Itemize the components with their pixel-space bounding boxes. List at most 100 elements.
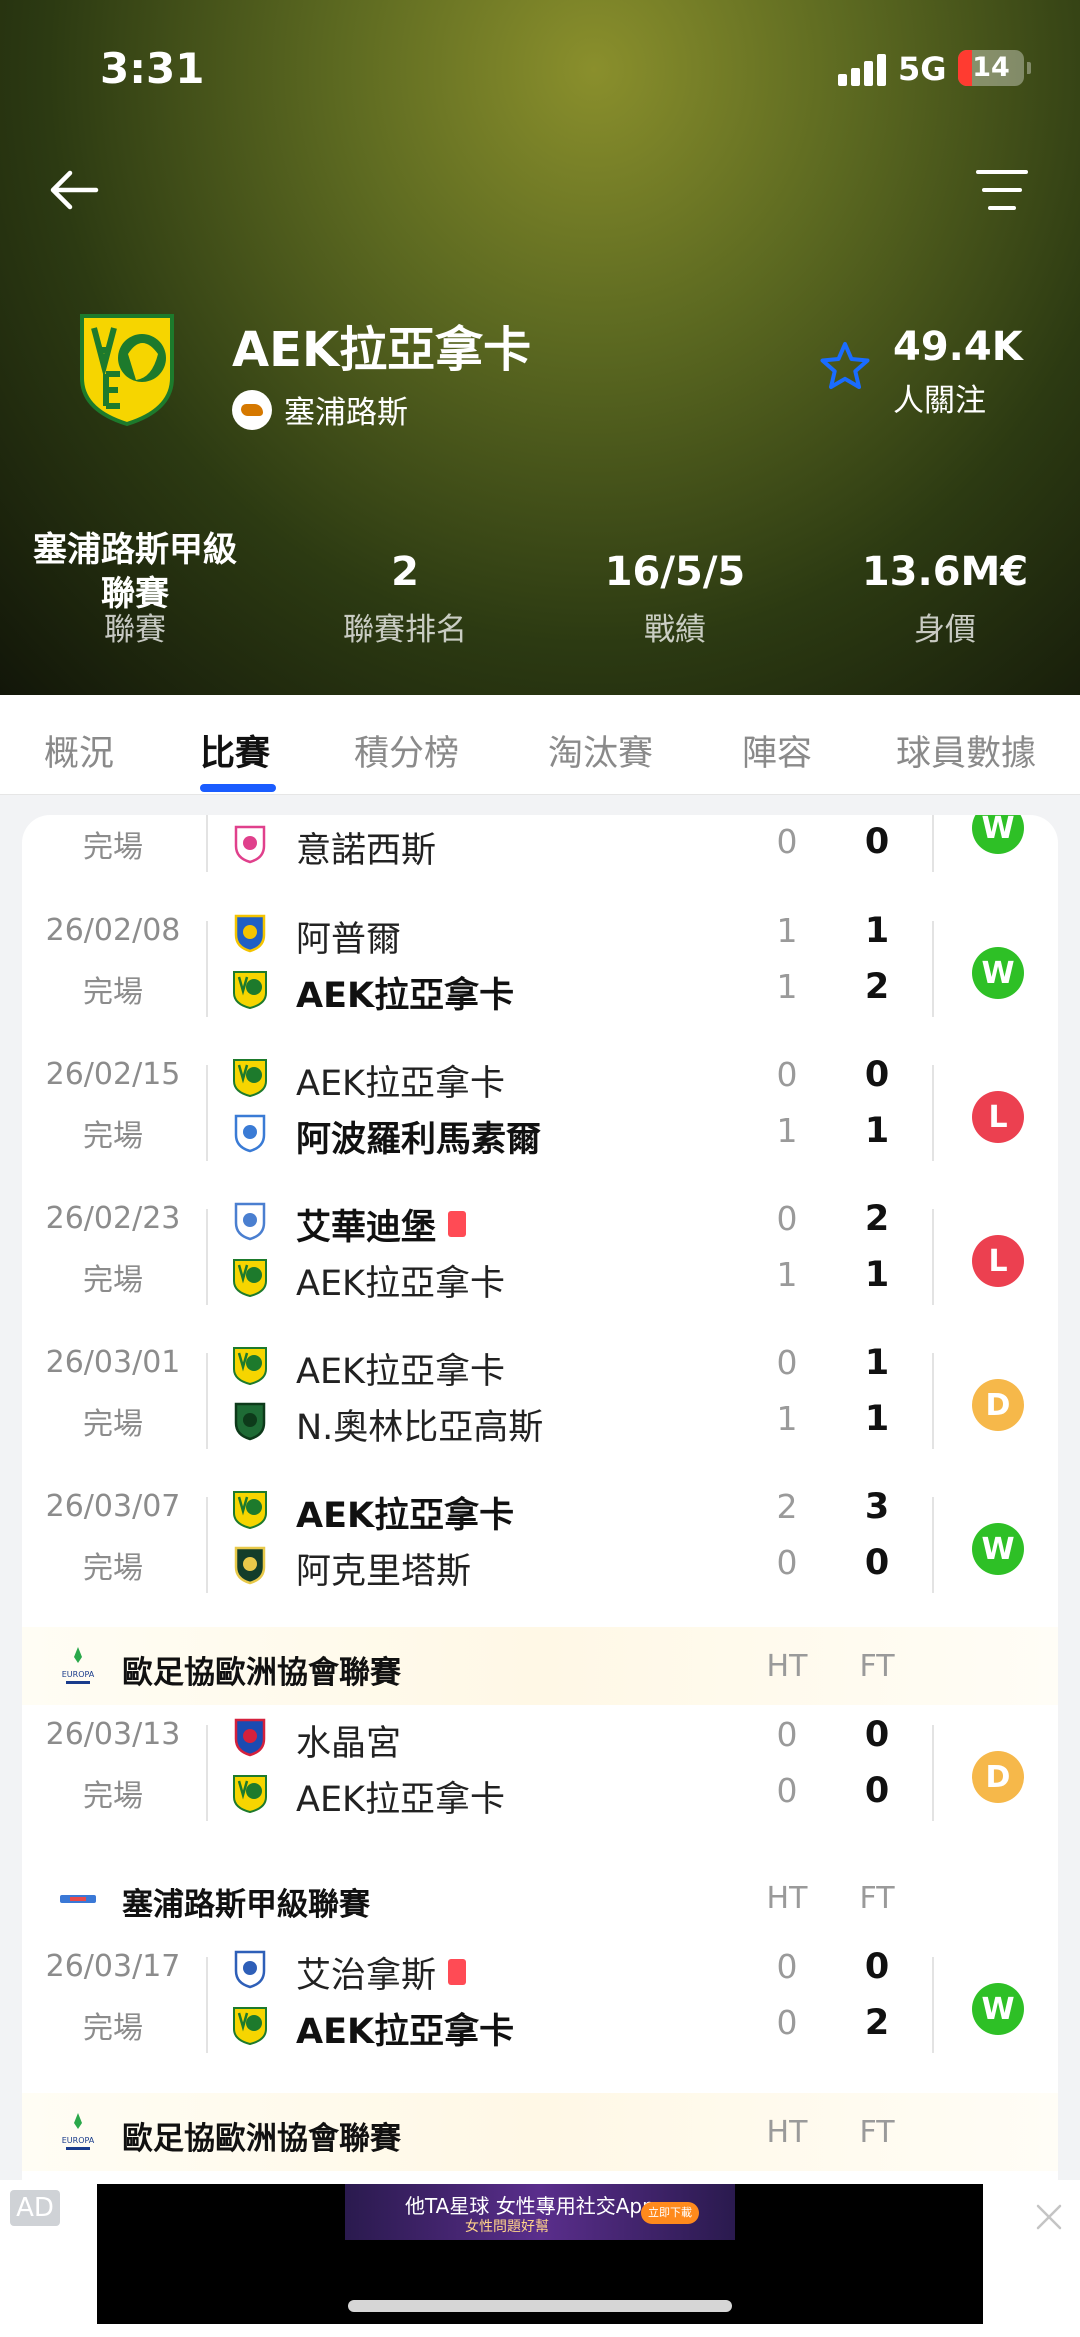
team-logo-icon (230, 913, 270, 953)
home-ft-score: 0 (864, 1947, 890, 1987)
divider (932, 1353, 934, 1449)
away-ft-score: 0 (864, 1543, 890, 1583)
ad-area: AD 他TA星球 女性專用社交App 女性問題好幫 立即下載 (0, 2180, 1080, 2337)
home-ft-score: 1 (864, 1343, 890, 1383)
team-logo-icon (230, 1489, 270, 1530)
match-date: 26/03/13 (45, 1717, 181, 1752)
tab-player-stats[interactable]: 球員數據 (896, 725, 1036, 776)
stat-league: 塞浦路斯甲級聯賽 聯賽 (0, 522, 270, 649)
league-header[interactable]: EUROPA 歐足協歐洲協會聯賽 HT FT (22, 1627, 1058, 1705)
match-row[interactable]: 26/02/23 完場 艾華迪堡 AEK拉亞拿卡 0 1 2 1 L (22, 1189, 1058, 1333)
team-logo-icon (230, 1401, 270, 1441)
ht-column-label: HT (766, 1881, 808, 1916)
tab-standings[interactable]: 積分榜 (354, 725, 459, 776)
stat-label: 身價 (914, 612, 976, 648)
ht-column-label: HT (766, 1649, 808, 1684)
ht-column-label: HT (766, 2115, 808, 2150)
match-list[interactable]: 26/01/31完場AEK拉亞拿卡意諾西斯3030W26/02/08完場阿普爾A… (22, 815, 1058, 2180)
team-logo-icon (230, 1545, 270, 1585)
match-status: 完場 (83, 2011, 143, 2046)
team-logo-icon (230, 969, 270, 1010)
team-logo-icon (230, 1773, 270, 1814)
home-ht-score: 0 (776, 1343, 798, 1382)
away-team: 阿克里塔斯 (230, 1541, 930, 1592)
away-ht-score: 1 (776, 967, 798, 1006)
ad-headline: 他TA星球 女性專用社交App (405, 2194, 655, 2218)
home-ht-score: 0 (776, 1199, 798, 1238)
match-date: 26/02/15 (45, 1057, 181, 1092)
team-logo-icon (230, 1717, 270, 1757)
ft-column-label: FT (859, 1881, 895, 1916)
match-row[interactable]: 26/03/13 完場 水晶宮 AEK拉亞拿卡 0 0 0 0 D (22, 1705, 1058, 1849)
result-badge: L (972, 1091, 1024, 1143)
match-row[interactable]: 26/03/01 完場 AEK拉亞拿卡 N.奧林比亞高斯 0 1 1 1 D (22, 1333, 1058, 1477)
tab-overview[interactable]: 概況 (44, 725, 114, 776)
home-team: 水晶宮 (230, 1713, 930, 1764)
country-name: 塞浦路斯 (284, 395, 408, 431)
away-team: AEK拉亞拿卡 (230, 1253, 930, 1304)
league-name: 塞浦路斯甲級聯賽 (122, 1887, 370, 1923)
league-logo-icon: EUROPA (62, 1647, 95, 1684)
team-logo-icon (230, 1057, 270, 1098)
away-ft-score: 1 (864, 1399, 890, 1439)
home-ht-score: 0 (776, 1947, 798, 1986)
divider (932, 1065, 934, 1161)
home-ft-score: 0 (864, 1715, 890, 1755)
battery-icon: 14 (958, 50, 1024, 86)
team-logo-icon (230, 1113, 270, 1153)
home-ht-score: 0 (776, 1715, 798, 1754)
ad-image[interactable]: 他TA星球 女性專用社交App 女性問題好幫 立即下載 (345, 2184, 735, 2240)
match-row[interactable]: 26/01/31完場AEK拉亞拿卡意諾西斯3030W (22, 815, 1058, 900)
match-status: 完場 (83, 1263, 143, 1298)
home-team: AEK拉亞拿卡 (230, 1341, 930, 1392)
match-row[interactable]: 26/02/08 完場 阿普爾 AEK拉亞拿卡 1 1 1 2 W (22, 901, 1058, 1045)
team-name: AEK拉亞拿卡 (232, 322, 532, 378)
team-logo-icon (230, 1949, 270, 1989)
divider (932, 1497, 934, 1593)
league-header[interactable]: 塞浦路斯甲級聯賽 HT FT (22, 1859, 1058, 1937)
away-team: N.奧林比亞高斯 (230, 1397, 930, 1448)
favorite-star-icon[interactable] (818, 340, 872, 394)
league-logo-icon: EUROPA (62, 2113, 95, 2150)
home-ft-score: 1 (864, 911, 890, 951)
away-ht-score: 0 (776, 822, 798, 861)
active-tab-indicator (200, 784, 276, 792)
away-ht-score: 0 (776, 1771, 798, 1810)
stat-label: 戰績 (644, 612, 706, 648)
close-icon[interactable] (1032, 2200, 1066, 2234)
tab-squad[interactable]: 陣容 (742, 725, 812, 776)
match-row[interactable]: 26/03/07 完場 AEK拉亞拿卡 阿克里塔斯 2 0 3 0 W (22, 1477, 1058, 1621)
away-team: AEK拉亞拿卡 (230, 965, 930, 1016)
match-date: 26/02/23 (45, 1201, 181, 1236)
team-country: 塞浦路斯 (232, 387, 408, 432)
match-status: 完場 (83, 1779, 143, 1814)
home-team: AEK拉亞拿卡 (230, 1485, 930, 1536)
ad-download-button[interactable]: 立即下載 (641, 2202, 699, 2224)
result-badge: W (972, 1523, 1024, 1575)
divider (932, 921, 934, 1017)
team-header: 3:31 5G 14 AEK拉亞拿卡 塞浦路斯 49.4K 人關注 塞浦路斯甲級… (0, 0, 1080, 695)
match-row[interactable]: 26/02/15 完場 AEK拉亞拿卡 阿波羅利馬素爾 0 1 0 1 L (22, 1045, 1058, 1189)
back-arrow-icon[interactable] (44, 160, 104, 220)
followers-count: 49.4K (893, 324, 1023, 370)
away-team: AEK拉亞拿卡 (230, 1769, 930, 1820)
away-team: 意諾西斯 (230, 820, 930, 871)
ad-subtitle: 女性問題好幫 (465, 2219, 549, 2235)
ft-column-label: FT (859, 2115, 895, 2150)
away-ft-score: 0 (864, 822, 890, 862)
ft-column-label: FT (859, 1649, 895, 1684)
signal-icon (838, 54, 888, 86)
home-ft-score: 3 (864, 1487, 890, 1527)
divider (932, 815, 934, 872)
tab-knockout[interactable]: 淘汰賽 (548, 725, 653, 776)
match-row[interactable]: 26/03/17 完場 艾治拿斯 AEK拉亞拿卡 0 0 0 2 W (22, 1937, 1058, 2081)
team-name: 意諾西斯 (296, 831, 437, 871)
league-header[interactable]: EUROPA 歐足協歐洲協會聯賽 HT FT (22, 2093, 1058, 2171)
tab-matches[interactable]: 比賽 (200, 725, 270, 776)
team-name: AEK拉亞拿卡 (296, 1352, 506, 1392)
divider (206, 1353, 208, 1449)
divider (206, 815, 208, 872)
filter-menu-icon[interactable] (974, 166, 1030, 214)
away-ft-score: 1 (864, 1111, 890, 1151)
team-logo-icon (230, 1201, 270, 1241)
